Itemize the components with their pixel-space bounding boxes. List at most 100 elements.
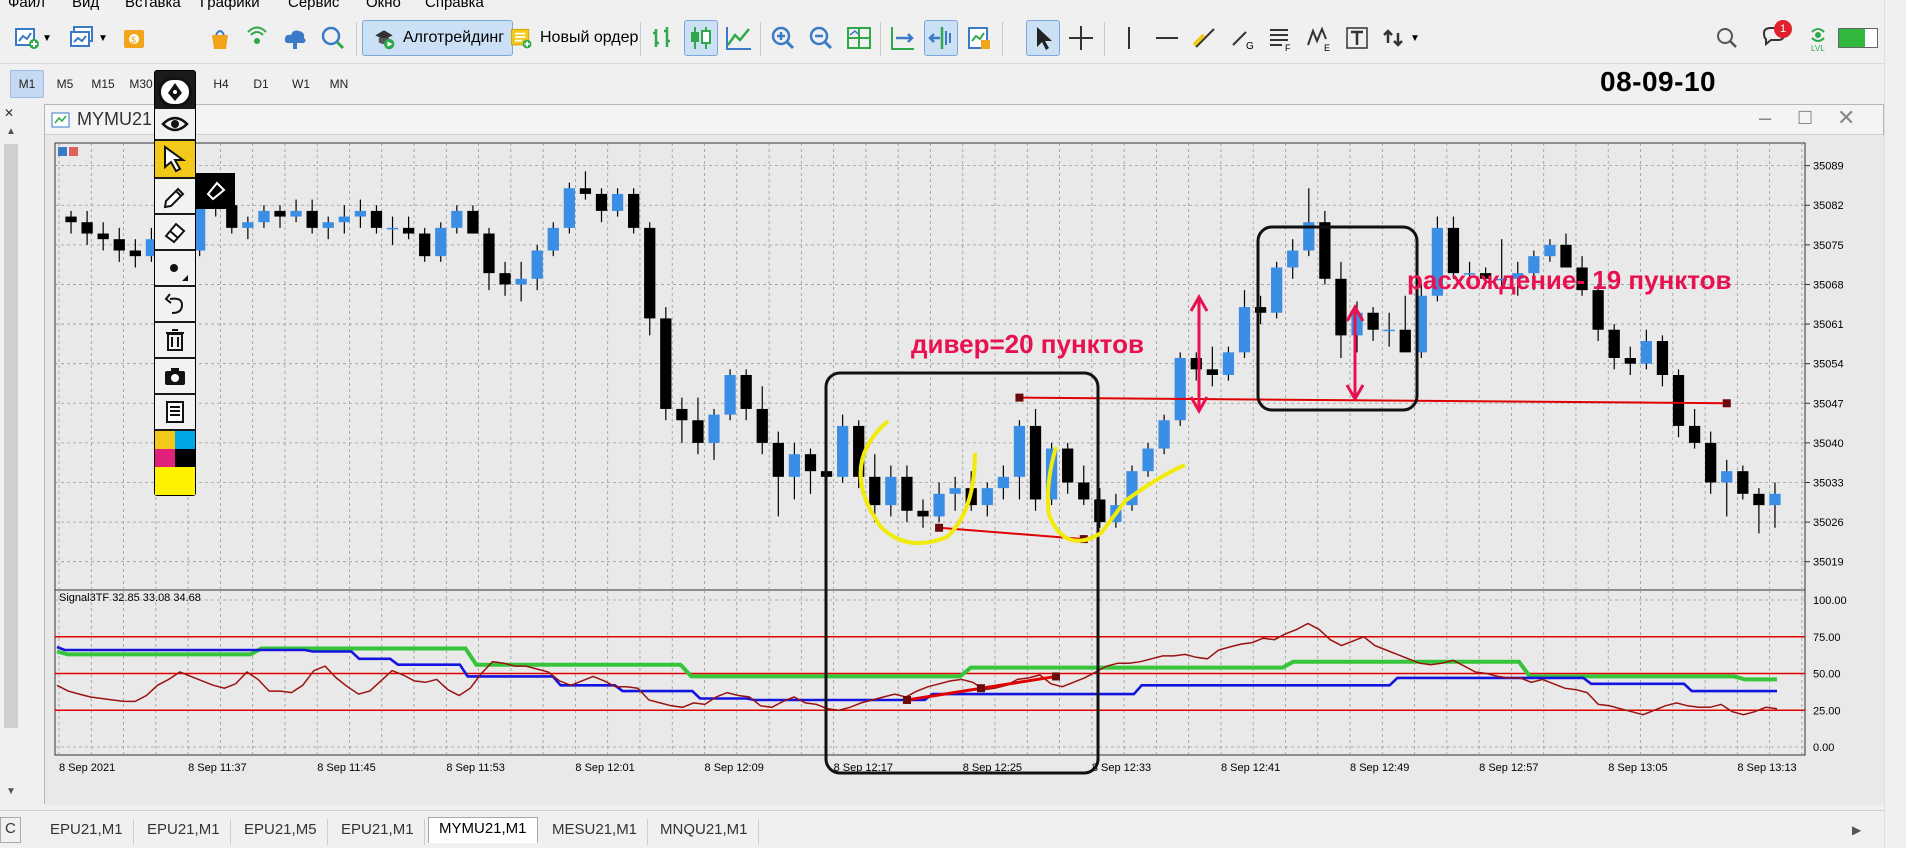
menu-charts[interactable]: Графики	[200, 0, 260, 11]
candle-body	[1158, 420, 1170, 449]
menu-insert[interactable]: Вставка	[125, 0, 181, 11]
notifications-button[interactable]: 1	[1754, 20, 1794, 56]
global-search-button[interactable]	[1710, 20, 1744, 56]
candle-body	[402, 227, 415, 234]
menu-view[interactable]: Вид	[72, 0, 99, 11]
chart-object-icon[interactable]	[69, 147, 78, 156]
undo-button[interactable]	[155, 287, 195, 321]
timeframe-m15[interactable]: M15	[86, 70, 120, 98]
undo-icon	[164, 293, 184, 314]
notes-button[interactable]	[155, 395, 195, 429]
chart-shift-button[interactable]	[924, 20, 958, 56]
autoscroll-button[interactable]	[886, 20, 920, 56]
color-black-swatch[interactable]	[175, 449, 195, 467]
menu-tools[interactable]: Сервис	[288, 0, 339, 11]
crosshair-button[interactable]	[1064, 20, 1098, 56]
level-button[interactable]: LVL	[1800, 20, 1836, 56]
timeframe-mn[interactable]: MN	[322, 70, 356, 98]
connection-status-indicator[interactable]	[1838, 28, 1878, 48]
candle-body	[386, 227, 399, 230]
timeframe-w1[interactable]: W1	[284, 70, 318, 98]
menu-file[interactable]: Файл	[8, 0, 45, 11]
signals-button[interactable]	[240, 20, 274, 56]
indicator-axis: 100.00 75.00 50.00 25.00 0.00	[1813, 595, 1847, 754]
close-icon[interactable]: ✕	[1837, 105, 1855, 131]
main-toolbar: ▼ ▼ $ Алготрейдинг Новый ордер G F E ▼ 1…	[0, 14, 1906, 64]
eraser-tool-button[interactable]	[155, 215, 195, 249]
close-panel-icon[interactable]: ✕	[4, 106, 14, 120]
tab-mymu21-m1[interactable]: MYMU21,M1	[428, 817, 538, 843]
channel-button[interactable]: G	[1226, 20, 1260, 56]
templates-button[interactable]	[962, 20, 996, 56]
zoom-out-button[interactable]	[804, 20, 838, 56]
indicator-tick-label: 25.00	[1813, 705, 1841, 717]
timeframe-m5[interactable]: M5	[48, 70, 82, 98]
cursor-button[interactable]	[1026, 20, 1060, 56]
left-panel-scrollbar[interactable]	[4, 144, 18, 728]
minimize-icon[interactable]: –	[1759, 105, 1771, 131]
maximize-icon[interactable]: ☐	[1797, 108, 1813, 129]
text-button[interactable]	[1340, 20, 1374, 56]
scroll-up-icon[interactable]: ▲	[6, 126, 16, 137]
pencil-tool-button[interactable]	[155, 179, 195, 213]
select-tool-button[interactable]	[155, 141, 195, 177]
current-color-swatch[interactable]	[155, 467, 195, 495]
search-market-button[interactable]	[316, 20, 350, 56]
timeframe-m1[interactable]: M1	[10, 70, 44, 98]
tabs-scroll-right-icon[interactable]: ▶	[1852, 823, 1861, 837]
tab-mnqu21-m1[interactable]: MNQU21,M1	[650, 819, 759, 845]
right-scrollbar[interactable]	[1884, 0, 1906, 848]
chart-area[interactable]: 35089 35082 35075 35068 35061 35054 35047 35040…	[45, 135, 1885, 805]
bar-chart-icon	[653, 27, 670, 47]
timeframe-h4[interactable]: H4	[204, 70, 238, 98]
menu-window[interactable]: Окно	[366, 0, 401, 11]
globe-search-icon	[321, 26, 345, 50]
notification-badge: 1	[1774, 20, 1792, 38]
tab-epu21-m5[interactable]: EPU21,M5	[234, 819, 328, 845]
tab-epu21-m1[interactable]: EPU21,M1	[40, 819, 134, 845]
color-cyan-swatch[interactable]	[175, 431, 195, 449]
bag-button[interactable]	[202, 20, 238, 56]
timeframe-d1[interactable]: D1	[244, 70, 278, 98]
candle-body	[804, 454, 817, 472]
time-tick-label: 8 Sep 12:41	[1221, 762, 1280, 774]
trendline-button[interactable]	[1188, 20, 1222, 56]
algotrading-button[interactable]: Алготрейдинг	[362, 20, 514, 56]
zoom-in-button[interactable]	[766, 20, 800, 56]
delete-all-button[interactable]	[155, 323, 195, 357]
marker-tool-button[interactable]	[195, 173, 235, 209]
vps-button[interactable]	[278, 20, 312, 56]
vertical-line-button[interactable]	[1112, 20, 1146, 56]
tile-windows-button[interactable]	[842, 20, 876, 56]
color-magenta-swatch[interactable]	[155, 449, 175, 467]
profiles-button[interactable]: ▼	[66, 20, 110, 56]
elliott-button[interactable]: E	[1302, 20, 1336, 56]
new-chart-button[interactable]: ▼	[10, 20, 54, 56]
timeframe-m30[interactable]: M30	[124, 70, 158, 98]
market-watch-button[interactable]: $	[116, 20, 152, 56]
chart-window-titlebar[interactable]: MYMU21 – ☐ ✕	[45, 105, 1883, 135]
line-chart-button[interactable]	[722, 20, 756, 56]
menu-help[interactable]: Справка	[425, 0, 484, 11]
chart-canvas[interactable]: 35089 35082 35075 35068 35061 35054 35047 35040…	[45, 135, 1885, 805]
tab-epu21-m1-3[interactable]: EPU21,M1	[331, 819, 425, 845]
candlestick-button[interactable]	[684, 20, 718, 56]
pen-tool-button[interactable]	[158, 77, 192, 107]
bar-chart-button[interactable]	[646, 20, 680, 56]
scroll-down-icon[interactable]: ▼	[6, 786, 16, 797]
indicator-tick-label: 75.00	[1813, 632, 1841, 644]
fibo-button[interactable]: F	[1264, 20, 1298, 56]
tab-epu21-m1-2[interactable]: EPU21,M1	[137, 819, 231, 845]
point-size-button[interactable]	[155, 251, 195, 285]
horizontal-line-button[interactable]	[1150, 20, 1184, 56]
chart-object-icon[interactable]	[58, 147, 67, 156]
new-order-button[interactable]: Новый ордер	[500, 20, 646, 56]
show-hide-button[interactable]	[155, 109, 195, 139]
tab-scroll-left[interactable]: С	[0, 817, 21, 843]
candle-body	[1721, 471, 1733, 483]
screenshot-button[interactable]	[155, 359, 195, 393]
arrows-button[interactable]: ▼	[1378, 20, 1422, 56]
candle-body	[274, 210, 286, 217]
color-yellow-swatch[interactable]	[155, 431, 175, 449]
tab-mesu21-m1[interactable]: MESU21,M1	[542, 819, 649, 845]
